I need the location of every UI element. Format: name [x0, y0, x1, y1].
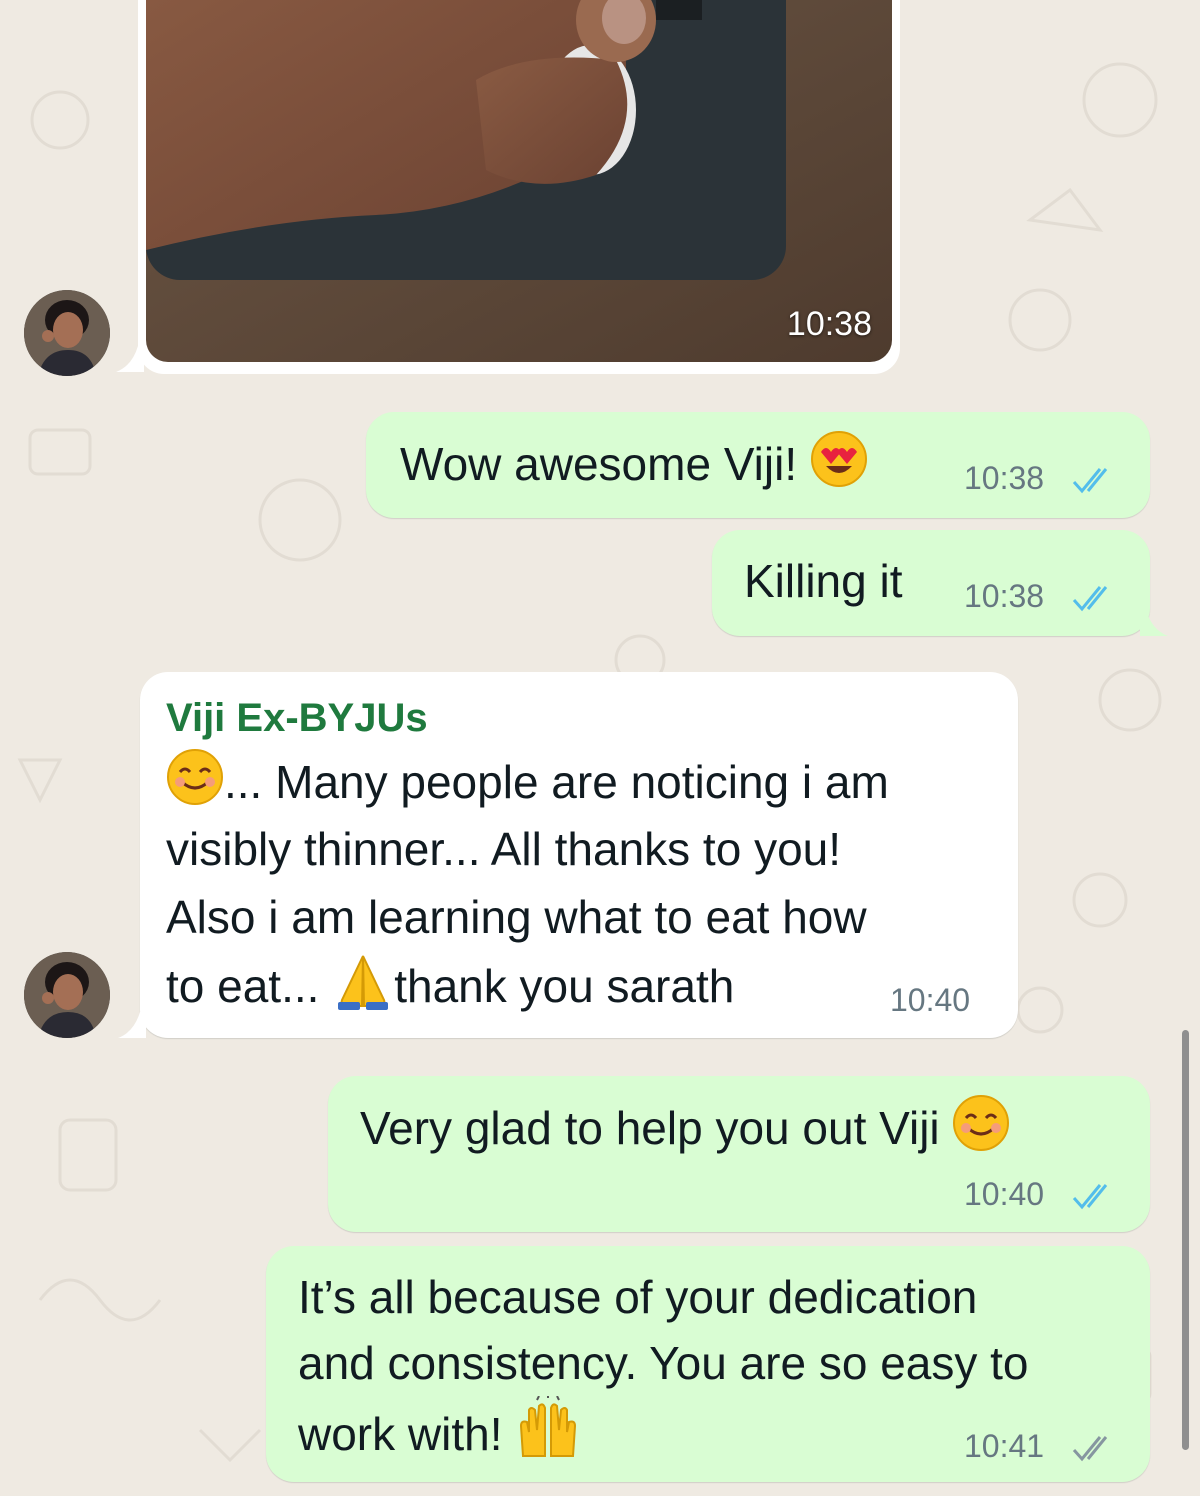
message-text-content: to eat...: [166, 960, 320, 1012]
message-text-content: work with!: [298, 1408, 503, 1460]
folded-hands-emoji-icon: [332, 952, 394, 1027]
message-line: and consistency. You are so easy to: [298, 1337, 1029, 1389]
outgoing-message-bubble[interactable]: Wow awesome Viji! 10:38: [366, 412, 1150, 518]
message-text-content: thank you sarath: [394, 960, 735, 1012]
read-receipt-icon: [1072, 1184, 1108, 1210]
bubble-tail: [118, 1012, 146, 1038]
message-line: Also i am learning what to eat how: [166, 891, 867, 943]
message-line: visibly thinner... All thanks to you!: [166, 823, 842, 875]
sender-name[interactable]: Viji Ex-BYJUs: [166, 696, 428, 741]
photo-timestamp: 10:38: [786, 305, 872, 343]
message-timestamp: 10:40: [890, 982, 971, 1018]
message-text: Wow awesome Viji!: [400, 430, 868, 505]
outgoing-message-bubble[interactable]: It’s all because of your dedication and …: [266, 1246, 1150, 1482]
delivered-receipt-icon: [1072, 1436, 1108, 1462]
message-line: to eat... thank you sarath: [166, 952, 734, 1027]
scrollbar[interactable]: [1182, 1030, 1189, 1450]
contact-avatar-image: [24, 290, 110, 376]
read-receipt-icon: [1072, 586, 1108, 612]
avatar[interactable]: [24, 952, 110, 1038]
message-timestamp: 10:40: [964, 1176, 1045, 1212]
message-text: Very glad to help you out Viji: [360, 1094, 1010, 1169]
message-timestamp: 10:38: [964, 578, 1045, 614]
message-text-content: Very glad to help you out Viji: [360, 1102, 940, 1154]
smiling-emoji-icon: [952, 1094, 1010, 1169]
outgoing-message-bubble[interactable]: Killing it 10:38: [712, 530, 1150, 636]
message-text-content: ... Many people are noticing i am: [224, 756, 889, 808]
message-timestamp: 10:41: [964, 1428, 1045, 1464]
incoming-message-bubble[interactable]: Viji Ex-BYJUs ... Many people are notici…: [140, 672, 1018, 1038]
avatar[interactable]: [24, 290, 110, 376]
contact-avatar-image: [24, 952, 110, 1038]
heart-eyes-emoji-icon: [810, 430, 868, 505]
message-text: Killing it: [744, 555, 903, 607]
message-line: work with!: [298, 1395, 581, 1475]
foot-on-scale-photo: [146, 0, 892, 362]
outgoing-message-bubble[interactable]: Very glad to help you out Viji 10:40: [328, 1076, 1150, 1232]
message-text-content: Wow awesome Viji!: [400, 438, 798, 490]
read-receipt-icon: [1072, 468, 1108, 494]
message-line: ... Many people are noticing i am: [166, 748, 889, 823]
bubble-tail: [116, 346, 144, 372]
photo-image[interactable]: 10:38: [146, 0, 892, 362]
message-line: It’s all because of your dedication: [298, 1271, 978, 1323]
raising-hands-emoji-icon: [515, 1395, 581, 1475]
message-timestamp: 10:38: [964, 460, 1045, 496]
bubble-tail: [1140, 610, 1168, 636]
smiling-emoji-icon: [166, 748, 224, 823]
